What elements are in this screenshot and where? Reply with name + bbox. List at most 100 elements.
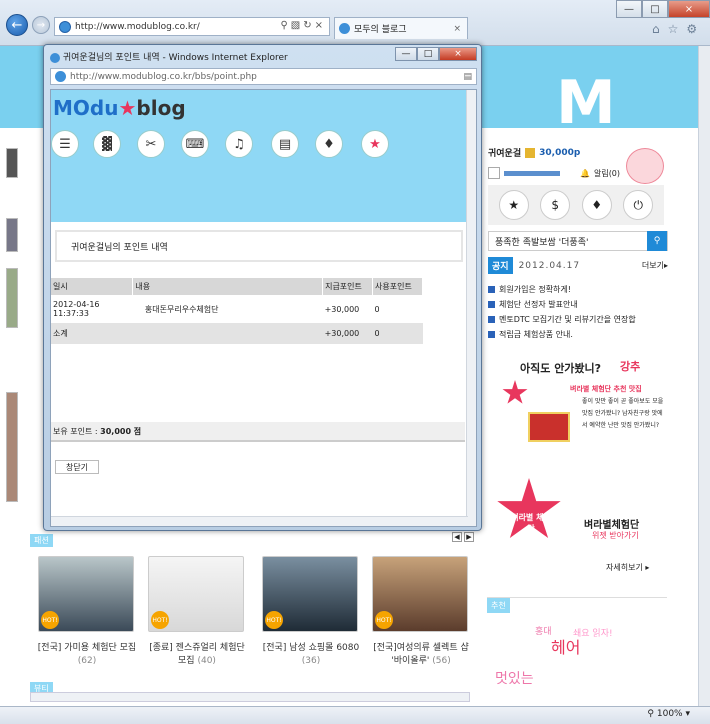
popup-horizontal-scrollbar[interactable] xyxy=(51,516,468,526)
balance-row: 보유 포인트 : 30,000 점 xyxy=(51,422,465,442)
tab-close-icon[interactable]: × xyxy=(453,24,461,34)
promo-heading: 아직도 안가봤니? xyxy=(520,362,602,375)
music-icon[interactable]: ♫ xyxy=(225,130,253,158)
address-tools[interactable]: ⚲ ▧ ↻ × xyxy=(280,20,323,31)
favorites-icon[interactable]: ☆ xyxy=(668,22,679,36)
modublog-logo[interactable]: MOdu★blog xyxy=(53,96,186,120)
close-icon: × xyxy=(314,20,323,31)
chat-icon[interactable]: ♦ xyxy=(315,130,343,158)
tab-modublog[interactable]: 모두의 블로그 × xyxy=(334,17,468,39)
avatar[interactable] xyxy=(626,148,664,184)
status-bar: ⚲ 100% ▾ xyxy=(0,706,710,724)
search-icon: ⚲ xyxy=(280,20,288,31)
notice-item[interactable]: 적립금 체험상품 안내. xyxy=(488,329,668,340)
card-caption[interactable]: [종료] 젠스쥬얼리 체험단 모집 (40) xyxy=(146,642,248,668)
popup-address-bar[interactable]: http://www.modublog.co.kr/bbs/point.php … xyxy=(50,68,477,85)
recommend-panel: 추천 홍대 쇄요 읽자! 헤어 멋있는 xyxy=(487,597,667,697)
popup-vertical-scrollbar[interactable] xyxy=(466,90,476,526)
compat-icon: ▧ xyxy=(290,20,301,31)
minimize-button[interactable]: — xyxy=(616,0,642,18)
popup-controls: — □ × xyxy=(395,47,477,61)
card-caption[interactable]: [전국] 남성 쇼핑몰 6080 (36) xyxy=(260,642,362,668)
notice-header: 공지 2012.04.17 더보기▸ xyxy=(488,257,668,274)
balance-label: 보유 포인트 : xyxy=(53,426,98,436)
level-bar xyxy=(504,170,560,176)
summary-row: 소계 +30,000 0 xyxy=(51,323,423,344)
address-text: http://www.modublog.co.kr/ xyxy=(75,21,200,32)
widget-title: 벼라별체험단 xyxy=(584,520,640,531)
power-button[interactable]: ⏻ xyxy=(623,190,654,220)
notice-item[interactable]: 회원가입은 정확하게! xyxy=(488,284,668,295)
popup-content: MOdu★blog ☰ ▓ ✂ ⌨ ♫ ▤ ♦ ★ 귀여운걸님의 포인트 내역 … xyxy=(50,89,477,527)
widget-more-link[interactable]: 자세히보기 ▸ xyxy=(606,562,649,573)
ie-page-icon xyxy=(55,71,66,82)
next-arrow-icon[interactable]: ▶ xyxy=(464,532,474,542)
promo-widget[interactable]: 벼라별 체험단 벼라별체험단 위젯 받아가기 자세히보기 ▸ xyxy=(494,472,666,582)
gallery-scrollbar[interactable] xyxy=(30,692,470,702)
more-link[interactable]: 더보기▸ xyxy=(642,260,668,271)
coin-button[interactable]: $ xyxy=(540,190,571,220)
star-icon[interactable]: ★ xyxy=(361,130,389,158)
col-header: 지급포인트 xyxy=(322,278,374,295)
tag-word[interactable]: 멋있는 xyxy=(495,668,534,688)
gallery-card[interactable]: HOT! xyxy=(372,556,468,632)
gallery-card[interactable]: HOT! xyxy=(148,556,244,632)
browser-toolbar: ← → http://www.modublog.co.kr/ ⚲ ▧ ↻ × 모두의 … xyxy=(0,0,710,46)
notice-item[interactable]: 멘토DTC 모집기간 및 리뷰기간을 연장합 xyxy=(488,314,668,325)
popup-address-text: http://www.modublog.co.kr/bbs/point.php xyxy=(70,71,257,82)
badge-text: 벼라별 체험단 xyxy=(511,513,551,533)
toolbar-right-icons: ⌂ ☆ ⚙ xyxy=(652,22,697,36)
address-bar[interactable]: http://www.modublog.co.kr/ ⚲ ▧ ↻ × xyxy=(54,17,330,36)
forward-button[interactable]: → xyxy=(32,16,50,34)
site-logo-letter: M xyxy=(556,68,616,138)
zoom-level[interactable]: ⚲ 100% ▾ xyxy=(647,709,690,719)
close-button[interactable]: × xyxy=(668,0,710,18)
level-icon xyxy=(488,167,500,179)
alarm-count[interactable]: 알림(0) xyxy=(594,168,620,179)
cart-icon[interactable]: ▤ xyxy=(271,130,299,158)
gallery-card[interactable]: HOT! xyxy=(38,556,134,632)
ie-page-icon xyxy=(59,20,71,33)
chat-button[interactable]: ♦ xyxy=(581,190,612,220)
star-badge-icon xyxy=(497,478,561,539)
clothing-icon[interactable]: ▓ xyxy=(93,130,121,158)
tab-label: 모두의 블로그 xyxy=(354,25,407,35)
search-input[interactable]: 풍족한 족발보쌈 '더풍족' xyxy=(489,235,647,248)
ie-tab-icon xyxy=(339,23,350,34)
tools-icon[interactable]: ⚙ xyxy=(686,22,697,36)
popup-maximize-button[interactable]: □ xyxy=(417,47,439,61)
gallery-card[interactable]: HOT! xyxy=(262,556,358,632)
back-button[interactable]: ← xyxy=(6,14,28,36)
notice-list: 회원가입은 정확하게! 체험단 선정자 발표안내 멘토DTC 모집기간 및 리뷰… xyxy=(488,284,668,340)
tag-word[interactable]: 헤어 xyxy=(551,634,580,658)
popup-minimize-button[interactable]: — xyxy=(395,47,417,61)
food-icon[interactable]: ☰ xyxy=(51,130,79,158)
notice-badge: 공지 xyxy=(488,257,513,274)
notice-item[interactable]: 체험단 선정자 발표안내 xyxy=(488,299,668,310)
prev-arrow-icon[interactable]: ◀ xyxy=(452,532,462,542)
search-button[interactable]: ⚲ xyxy=(647,231,667,251)
promo-highlight: 강추 xyxy=(620,360,641,373)
maximize-button[interactable]: □ xyxy=(642,0,668,18)
popup-close-button[interactable]: × xyxy=(439,47,477,61)
restaurant-icon xyxy=(528,412,570,442)
tag-word[interactable]: 홍대 xyxy=(535,624,552,637)
star-button[interactable]: ★ xyxy=(498,190,529,220)
close-window-button[interactable]: 창닫기 xyxy=(55,460,99,474)
card-caption[interactable]: [전국] 가미용 체험단 모집 (62) xyxy=(36,642,138,668)
electronics-icon[interactable]: ⌨ xyxy=(181,130,209,158)
popup-title: 귀여운걸님의 포인트 내역 - Windows Internet Explore… xyxy=(50,50,288,63)
zoom-icon: ⚲ xyxy=(647,709,654,719)
refresh-icon: ↻ xyxy=(303,20,312,31)
home-icon[interactable]: ⌂ xyxy=(652,22,660,36)
popup-title-text: 귀여운걸님의 포인트 내역 - Windows Internet Explore… xyxy=(62,53,288,63)
beauty-icon[interactable]: ✂ xyxy=(137,130,165,158)
page-scrollbar[interactable] xyxy=(698,46,710,706)
promo-sub: 벼라별 체험단 추천 맛집 xyxy=(570,385,642,393)
promo-restaurant[interactable]: 아직도 안가봤니? 강추 벼라별 체험단 추천 맛집 좋이 맛만 좋이 곧 좋아… xyxy=(494,350,666,458)
card-caption[interactable]: [전국]여성의류 셀렉트 샵 '바이올루' (56) xyxy=(370,642,472,668)
search-box: 풍족한 족발보쌈 '더풍족' ⚲ xyxy=(488,231,668,251)
popup-window: 귀여운걸님의 포인트 내역 - Windows Internet Explore… xyxy=(43,44,482,531)
widget-sub: 위젯 받아가기 xyxy=(592,531,639,540)
star-mascot-icon xyxy=(502,380,528,404)
